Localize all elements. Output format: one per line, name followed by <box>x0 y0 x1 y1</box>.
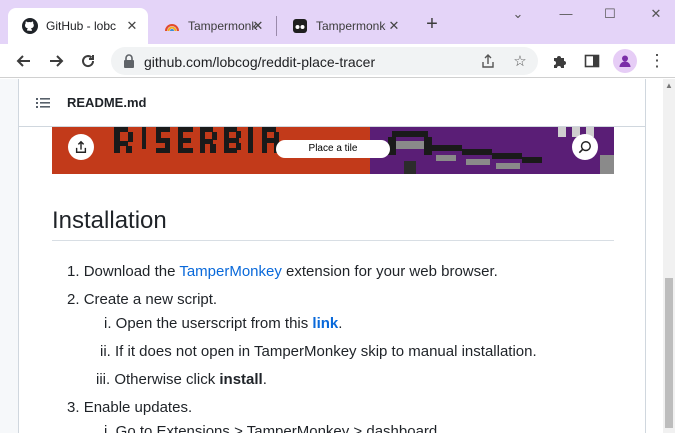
tab-title: Tampermonkey <box>316 19 386 33</box>
github-icon <box>22 18 38 34</box>
tampermonkey-icon <box>293 19 307 33</box>
minimize-icon[interactable]: — <box>556 6 576 22</box>
heading-divider <box>52 240 614 241</box>
menu-kebab-icon[interactable]: ⋮ <box>645 49 669 73</box>
list-item: i. Open the userscript from this link. <box>104 315 343 332</box>
tab-strip: GitHub - lobcog/reddit-place-tracer ✕ Ta… <box>0 0 675 44</box>
place-a-tile-button[interactable]: Place a tile <box>276 140 390 158</box>
readme-banner-image: Place a tile <box>52 127 614 174</box>
bookmark-star-icon[interactable]: ☆ <box>511 52 529 70</box>
share-image-button[interactable] <box>68 134 94 160</box>
upload-icon <box>75 140 87 153</box>
vertical-scrollbar-thumb[interactable] <box>665 278 673 428</box>
close-icon[interactable]: ✕ <box>124 18 140 34</box>
installation-heading: Installation <box>52 207 167 234</box>
search-icon <box>578 141 591 154</box>
close-icon[interactable]: ✕ <box>386 18 402 34</box>
browser-toolbar: github.com/lobcog/reddit-place-tracer ☆ … <box>0 44 675 78</box>
readme-header: README.md <box>18 79 646 127</box>
side-panel-icon[interactable] <box>580 49 604 73</box>
page-viewport: README.md Place a tile Installation 1. D… <box>0 79 663 433</box>
page-gutter <box>0 79 20 433</box>
list-item: i. Go to Extensions > TamperMonkey > das… <box>104 423 438 433</box>
chevron-down-icon[interactable]: ⌄ <box>508 6 528 22</box>
list-item: ii. If it does not open in TamperMonkey … <box>100 343 537 360</box>
readme-filename: README.md <box>67 95 147 110</box>
tab-title: GitHub - lobcog/reddit-place-tracer <box>46 19 116 33</box>
userscript-link[interactable]: link <box>312 315 338 332</box>
url-text: github.com/lobcog/reddit-place-tracer <box>144 54 376 70</box>
tab-github[interactable]: GitHub - lobcog/reddit-place-tracer ✕ <box>8 8 148 44</box>
lock-icon <box>124 54 134 68</box>
scroll-up-arrow-icon[interactable]: ▲ <box>663 81 675 91</box>
tampermonkey-link[interactable]: TamperMonkey <box>179 263 282 280</box>
maximize-icon[interactable]: ☐ <box>600 6 620 22</box>
share-icon[interactable] <box>479 52 497 70</box>
zoom-search-button[interactable] <box>572 134 598 160</box>
new-tab-button[interactable]: + <box>422 14 442 34</box>
readme-body: Place a tile Installation 1. Download th… <box>18 127 646 433</box>
forward-icon[interactable] <box>44 49 68 73</box>
address-bar[interactable]: github.com/lobcog/reddit-place-tracer ☆ <box>111 47 538 75</box>
list-item: 2. Create a new script. <box>67 291 218 308</box>
back-icon[interactable] <box>12 49 36 73</box>
tab-title: Tampermonkey <box>188 19 258 33</box>
list-item: iii. Otherwise click install. <box>96 371 267 388</box>
tab-tampermonkey-2[interactable]: Tampermonkey ✕ <box>278 8 410 44</box>
extensions-puzzle-icon[interactable] <box>548 49 572 73</box>
reload-icon[interactable] <box>76 49 100 73</box>
tab-tampermonkey-1[interactable]: Tampermonkey ✕ <box>150 8 274 44</box>
outline-list-icon[interactable] <box>35 95 51 111</box>
tab-separator <box>276 16 277 36</box>
install-emphasis: install <box>219 371 263 388</box>
close-icon[interactable]: ✕ <box>250 18 266 34</box>
close-window-icon[interactable]: ✕ <box>646 6 666 22</box>
list-item: 3. Enable updates. <box>67 399 193 416</box>
profile-avatar[interactable] <box>613 49 637 73</box>
list-item: 1. Download the TamperMonkey extension f… <box>67 263 498 280</box>
rainbow-icon <box>165 24 179 32</box>
